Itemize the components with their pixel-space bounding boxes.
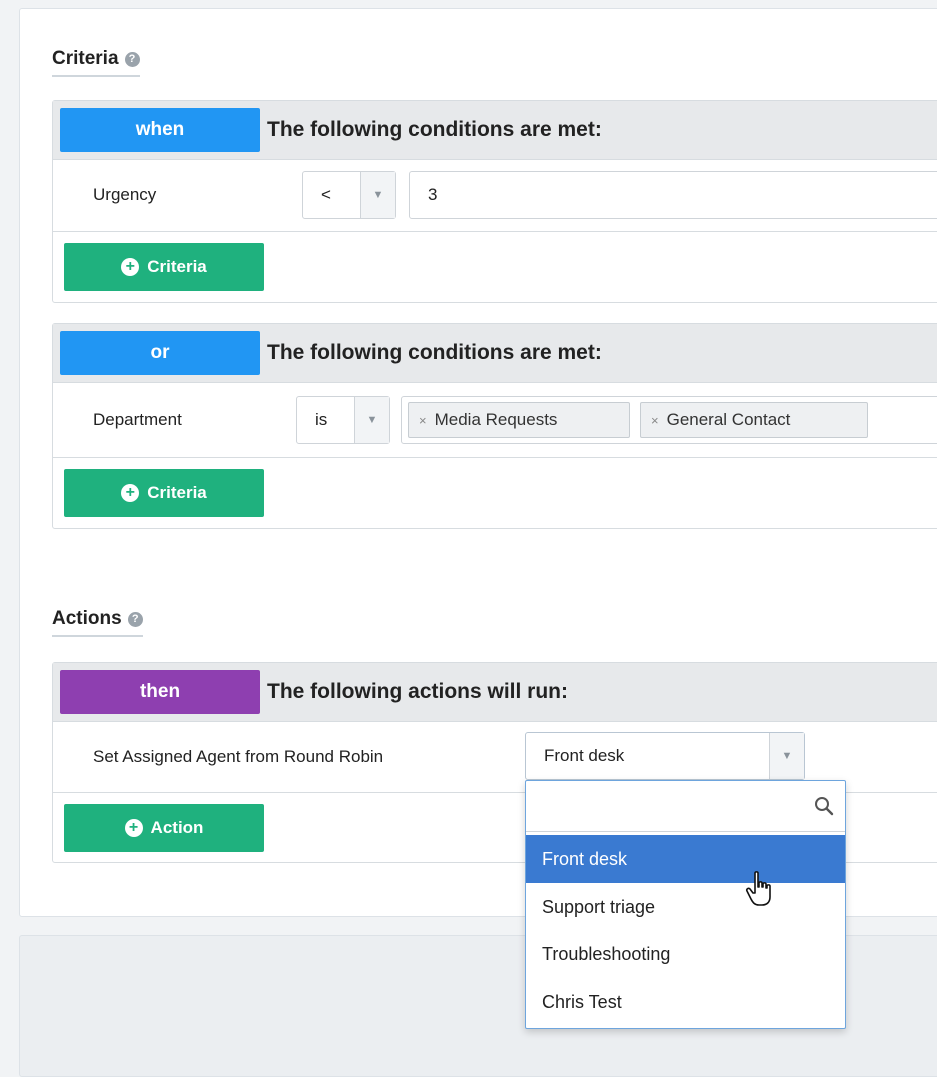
add-criteria-label: Criteria — [147, 483, 207, 502]
action-label: Set Assigned Agent from Round Robin — [93, 747, 384, 766]
add-action-label: Action — [150, 818, 204, 837]
group-heading: The following conditions are met: — [267, 341, 602, 364]
add-criteria-label: Criteria — [147, 257, 207, 276]
add-criteria-button[interactable]: + Criteria — [64, 469, 264, 517]
criteria-group-or: or The following conditions are met: Dep… — [52, 323, 937, 529]
tag-media-requests: × Media Requests — [408, 402, 630, 438]
dropdown-option-troubleshooting[interactable]: Troubleshooting — [526, 930, 845, 978]
criteria-group-when: when The following conditions are met: U… — [52, 100, 937, 303]
add-criteria-button[interactable]: + Criteria — [64, 243, 264, 291]
group-header: when The following conditions are met: — [53, 101, 937, 160]
add-action-button[interactable]: + Action — [64, 804, 264, 852]
urgency-value: 3 — [428, 185, 438, 204]
help-icon[interactable]: ? — [124, 51, 140, 67]
search-icon — [815, 797, 834, 816]
hand-pointer-cursor-icon — [745, 871, 771, 906]
chevron-down-icon[interactable]: ▼ — [360, 172, 395, 218]
remove-tag-icon[interactable]: × — [419, 413, 427, 428]
plus-circle-icon: + — [121, 258, 140, 276]
chevron-down-icon[interactable]: ▼ — [354, 397, 389, 443]
dropdown-option-front-desk[interactable]: Front desk — [526, 835, 845, 883]
tag-label: Media Requests — [434, 410, 558, 429]
group-heading: The following conditions are met: — [267, 118, 602, 141]
tag-general-contact: × General Contact — [640, 402, 868, 438]
condition-field-label: Urgency — [93, 185, 157, 204]
dropdown-option-chris-test[interactable]: Chris Test — [526, 978, 845, 1026]
criteria-section-title: Criteria ? — [52, 48, 140, 77]
plus-circle-icon: + — [124, 819, 143, 837]
dropdown-search[interactable] — [526, 781, 845, 832]
comparator-select[interactable]: is ▼ — [296, 396, 390, 444]
group-header: then The following actions will run: — [53, 663, 937, 722]
comparator-value: < — [321, 185, 331, 204]
actions-section-title: Actions ? — [52, 608, 143, 637]
dropdown-option-support-triage[interactable]: Support triage — [526, 883, 845, 931]
round-robin-selected-value: Front desk — [544, 746, 625, 765]
round-robin-select[interactable]: Front desk ▼ — [525, 732, 805, 780]
urgency-value-input[interactable]: 3 — [409, 171, 937, 219]
row-divider — [53, 231, 937, 232]
chevron-down-icon[interactable]: ▼ — [769, 733, 804, 779]
condition-field-label: Department — [93, 410, 182, 429]
operator-then-pill[interactable]: then — [60, 670, 260, 714]
operator-when-pill[interactable]: when — [60, 108, 260, 152]
operator-or-pill[interactable]: or — [60, 331, 260, 375]
comparator-select[interactable]: < ▼ — [302, 171, 396, 219]
department-tags-input[interactable]: × Media Requests × General Contact — [401, 396, 937, 444]
plus-circle-icon: + — [121, 484, 140, 502]
tag-label: General Contact — [666, 410, 791, 429]
criteria-title-text: Criteria — [52, 48, 119, 69]
remove-tag-icon[interactable]: × — [651, 413, 659, 428]
comparator-value: is — [315, 410, 328, 429]
round-robin-dropdown: Front desk Support triage Troubleshootin… — [525, 780, 846, 1029]
row-divider — [53, 457, 937, 458]
group-header: or The following conditions are met: — [53, 324, 937, 383]
actions-title-text: Actions — [52, 608, 122, 629]
group-heading: The following actions will run: — [267, 680, 568, 703]
help-icon[interactable]: ? — [127, 611, 143, 627]
